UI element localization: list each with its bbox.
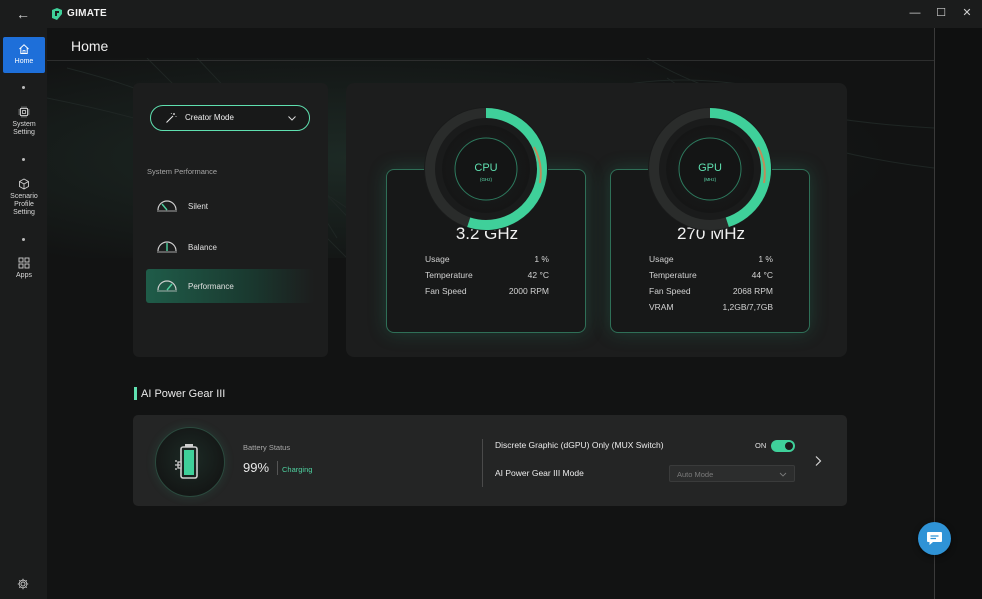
battery-charging-icon xyxy=(175,444,198,479)
mode-panel: Creator Mode System Performance Silent B… xyxy=(133,83,328,357)
back-arrow-icon[interactable]: ← xyxy=(14,6,32,22)
home-icon xyxy=(19,44,29,54)
chevron-right-icon[interactable] xyxy=(813,455,823,467)
sidebar-item-label: Home xyxy=(14,58,34,65)
mux-switch-label: Discrete Graphic (dGPU) Only (MUX Switch… xyxy=(495,440,664,450)
section-accent-bar xyxy=(134,387,137,400)
separator-dot xyxy=(22,86,25,89)
cpu-stat-fan-speed: Fan Speed 2000 RPM xyxy=(425,286,549,296)
gpu-gauge-label: GPU xyxy=(698,162,722,174)
gear-mode-label: AI Power Gear III Mode xyxy=(495,468,584,478)
title-bar: ← GIMATE — ☐ ✕ xyxy=(0,0,982,28)
speedometer-low-icon xyxy=(157,200,177,212)
settings-icon[interactable] xyxy=(17,578,29,590)
perf-option-balance[interactable]: Balance xyxy=(146,230,314,264)
separator-dot xyxy=(22,238,25,241)
perf-option-silent[interactable]: Silent xyxy=(146,189,314,223)
speedometer-high-icon xyxy=(157,280,177,292)
close-button[interactable]: ✕ xyxy=(957,4,977,22)
gpu-gauge-unit: (MHz) xyxy=(704,177,717,182)
gear-panel-divider xyxy=(482,439,483,487)
grid-icon xyxy=(18,257,30,269)
section-title: AI Power Gear III xyxy=(141,388,226,400)
battery-status-circle xyxy=(155,427,225,497)
sidebar-item-apps[interactable]: Apps xyxy=(3,257,45,285)
app-name: GIMATE xyxy=(67,8,107,19)
perf-option-label: Performance xyxy=(188,282,234,291)
page-title: Home xyxy=(71,38,109,54)
sidebar-item-label: Scenario Profile Setting xyxy=(10,193,38,216)
cube-icon xyxy=(19,178,29,190)
performance-heading: System Performance xyxy=(147,167,218,176)
mux-switch-state: ON xyxy=(755,441,767,450)
cpu-gauge-label: CPU xyxy=(474,162,497,174)
sidebar-item-label: Apps xyxy=(16,272,32,279)
ai-power-gear-panel: Battery Status 99% Charging Discrete Gra… xyxy=(133,415,847,506)
battery-charging-state: Charging xyxy=(282,465,313,474)
separator-dot xyxy=(22,158,25,161)
gpu-stat-temperature: Temperature 44 °C xyxy=(649,270,773,280)
battery-status-label: Battery Status xyxy=(243,443,291,452)
chevron-down-icon xyxy=(288,116,296,121)
perf-option-performance[interactable]: Performance xyxy=(146,269,314,303)
speedometer-mid-icon xyxy=(157,241,177,253)
gear-mode-dropdown-value: Auto Mode xyxy=(677,470,714,479)
chevron-down-icon xyxy=(779,472,787,477)
mode-dropdown-value: Creator Mode xyxy=(185,113,234,122)
gpu-stat-vram: VRAM 1,2GB/7,7GB xyxy=(649,302,773,312)
right-edge-divider xyxy=(934,28,935,599)
gpu-stat-fan-speed: Fan Speed 2068 RPM xyxy=(649,286,773,296)
battery-percent: 99% xyxy=(243,460,270,475)
gpu-stat-usage: Usage 1 % xyxy=(649,254,773,264)
gpu-gauge: GPU (MHz) xyxy=(648,107,772,231)
title-divider xyxy=(47,60,934,61)
cpu-gauge: CPU (GHz) xyxy=(424,107,548,231)
mode-dropdown[interactable]: Creator Mode xyxy=(150,105,310,131)
perf-option-label: Balance xyxy=(188,243,217,252)
perf-option-label: Silent xyxy=(188,202,209,211)
sidebar-item-label: System Setting xyxy=(12,121,36,136)
magic-wand-icon xyxy=(166,112,177,123)
sidebar-item-scenario-profile[interactable]: Scenario Profile Setting xyxy=(3,178,45,222)
minimize-button[interactable]: — xyxy=(905,4,925,22)
chip-icon xyxy=(18,106,30,118)
mux-switch-toggle[interactable] xyxy=(771,440,795,452)
sidebar-item-system-setting[interactable]: System Setting xyxy=(3,106,45,142)
chat-bubble-icon xyxy=(927,532,942,545)
sidebar: Home System Setting Scenario Profile Set… xyxy=(0,28,47,599)
cpu-stat-temperature: Temperature 42 °C xyxy=(425,270,549,280)
gimate-logo-icon xyxy=(52,8,62,20)
cpu-stat-usage: Usage 1 % xyxy=(425,254,549,264)
main-content: Home Creator Mode System Performance Sil… xyxy=(47,28,934,599)
chat-support-button[interactable] xyxy=(918,522,951,555)
hardware-stats-panel: 3.2 GHz Usage 1 % Temperature 42 °C Fan Sp… xyxy=(346,83,847,357)
battery-divider xyxy=(277,461,278,475)
maximize-button[interactable]: ☐ xyxy=(931,4,951,22)
gear-mode-dropdown[interactable]: Auto Mode xyxy=(669,465,795,482)
sidebar-item-home[interactable]: Home xyxy=(3,37,45,73)
cpu-gauge-unit: (GHz) xyxy=(480,177,492,182)
